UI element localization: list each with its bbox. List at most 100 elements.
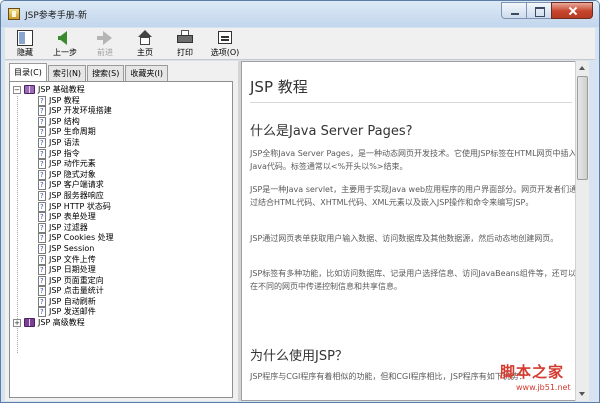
- tree-item-label: JSP 动作元素: [49, 159, 96, 169]
- help-page-icon: [38, 169, 46, 180]
- tree-node-label: JSP 高级教程: [38, 318, 85, 328]
- help-page-icon: [38, 265, 46, 276]
- home-label: 主页: [137, 48, 153, 57]
- hide-button[interactable]: 隐藏: [5, 28, 45, 60]
- tree-item[interactable]: JSP 生命周期: [10, 127, 232, 138]
- help-page-icon: [38, 201, 46, 212]
- tree-list: − JSP 基础教程 JSP 教程JSP 开发环境搭建JSP 结构JSP 生命周…: [10, 85, 232, 329]
- paragraph-1: JSP全称Java Server Pages，是一种动态网页开发技术。它使用JS…: [250, 149, 577, 171]
- collapse-icon[interactable]: −: [13, 86, 21, 94]
- tree-item-label: JSP 日期处理: [49, 265, 96, 275]
- section-heading-what-is: 什么是Java Server Pages?: [250, 124, 413, 139]
- tree-item[interactable]: JSP 过滤器: [10, 222, 232, 234]
- tree-item[interactable]: JSP 服务器响应: [10, 190, 232, 202]
- tree-item[interactable]: JSP 教程: [10, 95, 232, 107]
- home-button[interactable]: 主页: [125, 28, 165, 60]
- app-window: JSP参考手册-新 隐藏 上一步 前进 主页 打印 选项(O) 目录(C) 索引…: [0, 0, 600, 403]
- open-book-icon: [24, 85, 35, 94]
- watermark-url: www.jb51.net: [516, 383, 571, 392]
- tree-item[interactable]: JSP 隐式对象: [10, 169, 232, 181]
- tree-item[interactable]: JSP 动作元素: [10, 159, 232, 170]
- tree-item[interactable]: JSP 结构: [10, 116, 232, 128]
- paragraph-4: JSP标签有多种功能，比如访问数据库、记录用户选择信息、访问JavaBeans组…: [250, 269, 576, 291]
- help-page-icon: [38, 254, 46, 265]
- nav-tabs: 目录(C) 索引(N) 搜索(S) 收藏夹(I): [9, 63, 169, 81]
- watermark-text: 脚本之家: [500, 363, 565, 381]
- scroll-up-arrow-icon[interactable]: [576, 62, 589, 75]
- tree-item[interactable]: JSP 表单处理: [10, 212, 232, 223]
- tab-favorites[interactable]: 收藏夹(I): [125, 65, 168, 81]
- scroll-thumb[interactable]: [577, 76, 588, 180]
- help-page-icon: [38, 190, 46, 201]
- tree-item[interactable]: JSP 语法: [10, 137, 232, 149]
- tree-item[interactable]: JSP Session: [10, 243, 232, 255]
- paragraph-3: JSP通过网页表单获取用户输入数据、访问数据库及其他数据源，然后动态地创建网页。: [250, 234, 559, 243]
- tree-item[interactable]: JSP HTTP 状态码: [10, 201, 232, 213]
- tree-item[interactable]: JSP 自动刷新: [10, 296, 232, 308]
- options-icon: [217, 30, 233, 46]
- hide-label: 隐藏: [17, 48, 33, 57]
- forward-button[interactable]: 前进: [85, 28, 125, 60]
- tree-item-label: JSP 服务器响应: [49, 190, 104, 200]
- help-page-icon: [38, 243, 46, 254]
- print-icon: [177, 30, 193, 46]
- help-page-icon: [38, 127, 46, 138]
- help-page-icon: [38, 222, 46, 233]
- tree-item-label: JSP 隐式对象: [49, 169, 96, 179]
- tab-index[interactable]: 索引(N): [47, 65, 87, 81]
- contents-tree[interactable]: − JSP 基础教程 JSP 教程JSP 开发环境搭建JSP 结构JSP 生命周…: [9, 81, 233, 398]
- tree-item[interactable]: JSP 开发环境搭建: [10, 106, 232, 117]
- help-page-icon: [38, 116, 46, 127]
- title-divider: [250, 102, 572, 103]
- tree-item-label: JSP 过滤器: [49, 222, 88, 232]
- toolbar: 隐藏 上一步 前进 主页 打印 选项(O): [5, 28, 595, 60]
- tree-children: JSP 教程JSP 开发环境搭建JSP 结构JSP 生命周期JSP 语法JSP …: [10, 95, 232, 318]
- tree-item[interactable]: JSP 文件上传: [10, 254, 232, 266]
- tree-item-label: JSP 文件上传: [49, 254, 96, 264]
- help-page-icon: [38, 286, 46, 297]
- tree-item[interactable]: JSP 页面重定向: [10, 275, 232, 287]
- content-pane: JSP 教程 什么是Java Server Pages? JSP全称Java S…: [241, 61, 587, 401]
- print-button[interactable]: 打印: [165, 28, 205, 60]
- maximize-button[interactable]: [526, 2, 552, 19]
- tree-item[interactable]: JSP 日期处理: [10, 265, 232, 276]
- tree-node-basic[interactable]: − JSP 基础教程: [10, 85, 232, 96]
- options-label: 选项(O): [210, 48, 240, 57]
- tree-item-label: JSP 发送邮件: [49, 307, 96, 317]
- help-page-icon: [38, 275, 46, 286]
- window-controls: [501, 2, 593, 19]
- tree-node-advanced[interactable]: + JSP 高级教程: [10, 318, 232, 329]
- print-label: 打印: [177, 48, 193, 57]
- hide-pane-icon: [17, 30, 33, 46]
- help-page-icon: [38, 159, 46, 170]
- tree-item-label: JSP 开发环境搭建: [49, 106, 112, 116]
- tree-item[interactable]: JSP 点击量统计: [10, 286, 232, 297]
- tree-item-label: JSP 生命周期: [49, 127, 96, 137]
- expand-icon[interactable]: +: [13, 319, 21, 328]
- tab-contents[interactable]: 目录(C): [9, 63, 47, 81]
- title-bar[interactable]: JSP参考手册-新: [1, 1, 599, 27]
- close-button[interactable]: [551, 2, 593, 19]
- page-title: JSP 教程: [250, 78, 308, 96]
- tree-item-label: JSP HTTP 状态码: [49, 201, 111, 211]
- tree-item[interactable]: JSP Cookies 处理: [10, 233, 232, 244]
- tree-item-label: JSP Cookies 处理: [49, 233, 114, 243]
- tree-item[interactable]: JSP 发送邮件: [10, 307, 232, 318]
- tree-item[interactable]: JSP 指令: [10, 148, 232, 160]
- tree-item-label: JSP 页面重定向: [49, 275, 104, 285]
- back-button[interactable]: 上一步: [45, 28, 85, 60]
- content-scrollbar[interactable]: [575, 61, 589, 401]
- tree-item-label: JSP 结构: [49, 116, 80, 126]
- tree-item-label: JSP Session: [49, 243, 95, 253]
- help-page-icon: [38, 307, 46, 318]
- options-button[interactable]: 选项(O): [205, 28, 245, 60]
- home-icon: [137, 30, 153, 46]
- tree-item[interactable]: JSP 客户端请求: [10, 180, 232, 191]
- navigation-pane: 目录(C) 索引(N) 搜索(S) 收藏夹(I) − JSP 基础教程 JSP …: [5, 61, 238, 401]
- tree-item-label: JSP 表单处理: [49, 212, 96, 222]
- tab-search[interactable]: 搜索(S): [87, 65, 125, 81]
- help-page-icon: [38, 148, 46, 159]
- minimize-button[interactable]: [501, 2, 527, 19]
- help-page-icon: [38, 296, 46, 307]
- help-page-icon: [38, 106, 46, 117]
